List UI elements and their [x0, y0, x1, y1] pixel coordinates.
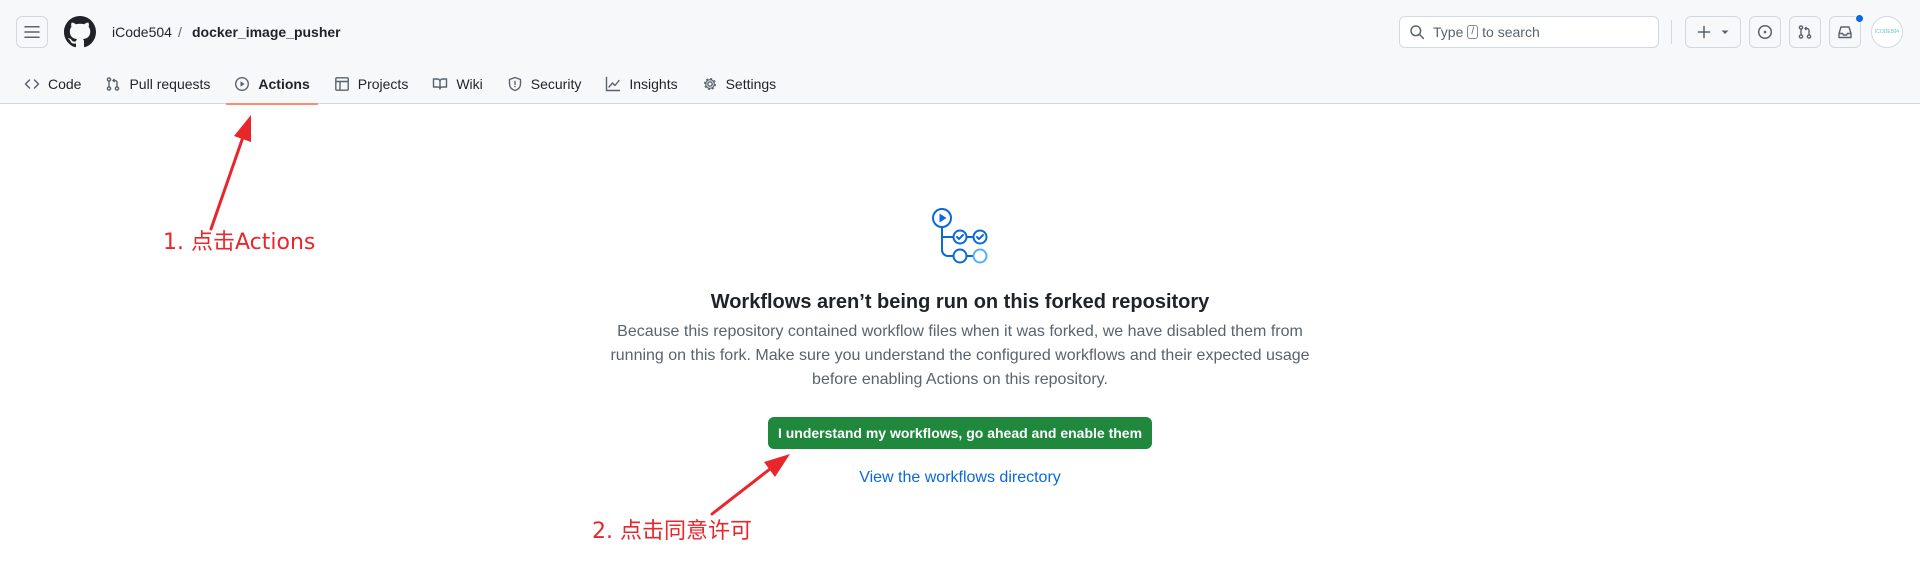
- tab-label: Wiki: [456, 76, 483, 92]
- create-new-button[interactable]: [1685, 16, 1741, 48]
- tab-label: Code: [48, 76, 82, 92]
- repo-name-link[interactable]: docker_image_pusher: [192, 22, 341, 42]
- git-pull-request-icon: [1798, 25, 1812, 39]
- tab-actions[interactable]: Actions: [226, 64, 319, 105]
- tab-label: Projects: [357, 76, 409, 92]
- tab-wiki[interactable]: Wiki: [424, 64, 490, 104]
- workflows-directory-link[interactable]: View the workflows directory: [760, 466, 1160, 490]
- graph-icon: [606, 76, 621, 92]
- top-bar: iCode504 / docker_image_pusher Type / to…: [0, 0, 1920, 64]
- issue-opened-icon: [1757, 24, 1773, 40]
- menu-button[interactable]: [16, 16, 48, 48]
- hamburger-icon: [24, 26, 40, 38]
- shield-icon: [508, 76, 521, 92]
- triangle-down-icon: [1721, 30, 1729, 34]
- gear-icon: [703, 77, 716, 91]
- header-divider: [1671, 20, 1672, 44]
- breadcrumb-separator: /: [178, 24, 182, 40]
- search-icon: [1409, 24, 1425, 40]
- tab-pull-requests[interactable]: Pull requests: [97, 64, 218, 104]
- tab-label: Security: [530, 76, 582, 92]
- tab-projects[interactable]: Projects: [326, 64, 417, 104]
- user-avatar[interactable]: ICODE504: [1871, 16, 1903, 48]
- github-logo[interactable]: [64, 16, 96, 48]
- tab-security[interactable]: Security: [499, 64, 590, 104]
- tab-settings[interactable]: Settings: [694, 64, 785, 104]
- app-header: iCode504 / docker_image_pusher Type / to…: [0, 0, 1920, 105]
- issues-button[interactable]: [1749, 16, 1781, 48]
- book-icon: [433, 78, 448, 90]
- tab-label: Settings: [725, 76, 777, 92]
- search-shortcut-key: /: [1467, 25, 1479, 39]
- plus-icon: [1697, 25, 1711, 39]
- play-icon: [235, 76, 250, 92]
- repo-owner-link[interactable]: iCode504: [112, 22, 172, 42]
- blankslate-description: Because this repository contained workfl…: [610, 323, 1310, 388]
- workflow-icon: [932, 208, 988, 264]
- search-prefix: Type: [1433, 24, 1464, 40]
- code-icon: [24, 79, 40, 89]
- search-input[interactable]: Type / to search: [1399, 16, 1659, 48]
- repo-nav: Code Pull requests Actions Projects Wiki…: [16, 64, 792, 105]
- git-pull-request-icon: [107, 77, 120, 91]
- tab-label: Insights: [629, 76, 678, 92]
- notification-indicator: [1855, 14, 1864, 23]
- blankslate-title: Workflows aren’t being run on this forke…: [710, 291, 1210, 313]
- github-mark-icon: [64, 16, 96, 48]
- enable-workflows-button[interactable]: I understand my workflows, go ahead and …: [768, 417, 1152, 449]
- annotation-step-1: 1. 点击Actions: [163, 230, 316, 255]
- inbox-icon: [1838, 26, 1852, 39]
- search-suffix: to search: [1482, 24, 1540, 40]
- pull-requests-button[interactable]: [1789, 16, 1821, 48]
- tab-insights[interactable]: Insights: [597, 64, 685, 104]
- tab-label: Actions: [258, 76, 310, 92]
- tab-code[interactable]: Code: [16, 64, 89, 104]
- tab-label: Pull requests: [129, 76, 211, 92]
- avatar-label: ICODE504: [1874, 29, 1900, 35]
- table-icon: [334, 77, 349, 91]
- annotation-step-2: 2. 点击同意许可: [592, 519, 752, 544]
